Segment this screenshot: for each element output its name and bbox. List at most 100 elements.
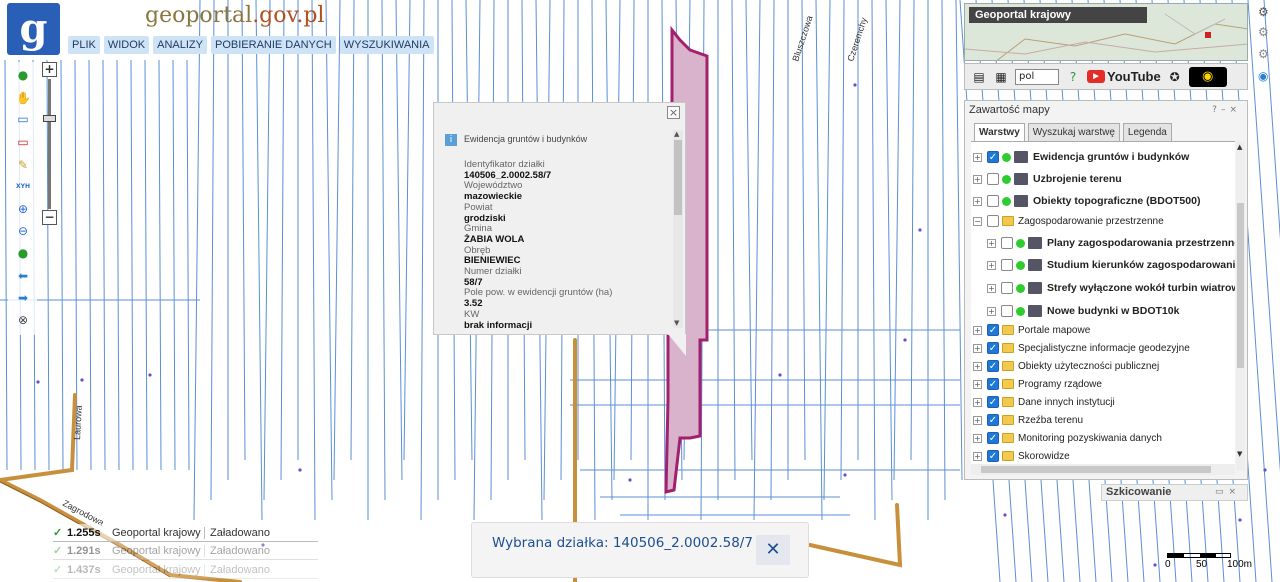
layer-row[interactable]: + Plany zagospodarowania przestrzennego [987, 234, 1235, 252]
scroll-up-icon[interactable]: ▲ [1237, 143, 1242, 151]
expand-icon[interactable]: + [973, 361, 982, 371]
scroll-thumb[interactable] [981, 466, 1211, 473]
layer-row[interactable]: + ✓ Ewidencja gruntów i budynków [973, 148, 1189, 166]
expand-icon[interactable]: + [987, 260, 996, 270]
layer-checkbox[interactable]: ✓ [987, 432, 999, 444]
help-icon[interactable]: ? [1065, 69, 1081, 85]
menu-wyszukiwania[interactable]: WYSZUKIWANIA [339, 36, 434, 54]
clear-selection-icon[interactable]: ▭ [16, 135, 30, 149]
layer-checkbox[interactable]: ✓ [987, 324, 999, 336]
expand-icon[interactable]: + [973, 379, 982, 389]
zoom-in-icon[interactable]: ⊕ [16, 202, 30, 216]
menu-plik[interactable]: PLIK [68, 36, 100, 54]
expand-icon[interactable]: + [973, 196, 982, 206]
layer-row[interactable]: + Nowe budynki w BDOT10k [987, 302, 1179, 320]
layer-row[interactable]: + ✓ Specjalistyczne informacje geodezyjne [973, 339, 1190, 357]
collapse-icon[interactable]: − [973, 216, 982, 226]
menu-pobieranie-danych[interactable]: POBIERANIE DANYCH [211, 36, 336, 54]
scroll-down-icon[interactable]: ▼ [674, 319, 679, 327]
previous-extent-icon[interactable]: ⬅ [16, 269, 30, 283]
expand-icon[interactable]: + [973, 152, 982, 162]
expand-icon[interactable]: + [973, 397, 982, 407]
menu-analizy[interactable]: ANALIZY [153, 36, 207, 54]
layer-checkbox[interactable] [987, 215, 999, 227]
expand-icon[interactable]: + [987, 306, 996, 316]
overview-map[interactable]: Geoportal krajowy [964, 3, 1248, 61]
expand-icon[interactable]: + [973, 433, 982, 443]
layer-tree-scrollbar[interactable]: ▲ ▼ [1236, 141, 1245, 471]
layer-row[interactable]: + Studium kierunków zagospodarowania [987, 256, 1235, 274]
layer-row[interactable]: + ✓ Rzeźba terenu [973, 411, 1083, 429]
globe-icon[interactable]: ● [16, 246, 30, 260]
close-icon[interactable]: ✕ [756, 535, 790, 565]
scroll-up-icon[interactable]: ▲ [674, 130, 679, 138]
wms-icon[interactable]: ▦ [993, 69, 1009, 85]
zoom-minus-button[interactable]: − [42, 210, 57, 225]
document-icon[interactable]: ▤ [971, 69, 987, 85]
layer-checkbox[interactable]: ✓ [987, 360, 999, 372]
expand-icon[interactable]: + [987, 283, 996, 293]
layer-row[interactable]: + ✓ Monitoring pozyskiwania danych [973, 429, 1162, 447]
expand-icon[interactable]: + [973, 343, 982, 353]
layer-checkbox[interactable]: ✓ [987, 342, 999, 354]
geoportal-logo[interactable]: g [7, 3, 60, 55]
scroll-thumb[interactable] [674, 140, 682, 215]
expand-icon[interactable]: + [973, 325, 982, 335]
scroll-thumb[interactable] [1237, 203, 1244, 368]
tab-wyszukaj-warstwe[interactable]: Wyszukaj warstwę [1027, 123, 1120, 142]
expand-icon[interactable]: + [973, 415, 982, 425]
panel-controls[interactable]: ?–× [1212, 105, 1241, 115]
eye-icon[interactable]: ◉ [1258, 69, 1268, 83]
language-select[interactable]: pol [1015, 68, 1059, 85]
layer-checkbox[interactable]: ✓ [987, 396, 999, 408]
panel-controls[interactable]: ▭× [1215, 487, 1241, 497]
layer-checkbox[interactable] [1001, 237, 1013, 249]
close-icon[interactable]: × [667, 106, 680, 119]
menu-widok[interactable]: WIDOK [103, 36, 150, 54]
expand-icon[interactable]: + [987, 238, 996, 248]
accessibility-icon[interactable]: ✪ [1167, 69, 1183, 85]
expand-icon[interactable]: + [973, 174, 982, 184]
zoom-knob[interactable] [43, 115, 56, 122]
layer-row[interactable]: − Zagospodarowanie przestrzenne [973, 212, 1164, 230]
zoom-track[interactable] [48, 79, 51, 209]
layer-checkbox[interactable] [1001, 305, 1013, 317]
layer-row[interactable]: + ✓ Portale mapowe [973, 321, 1090, 339]
settings-icon[interactable]: ⚙ [1258, 5, 1269, 19]
layer-checkbox[interactable] [1001, 282, 1013, 294]
layer-checkbox[interactable] [1001, 259, 1013, 271]
coordinates-xyh-icon[interactable]: XYH [16, 180, 30, 194]
layer-row[interactable]: + ✓ Programy rządowe [973, 375, 1102, 393]
layer-row[interactable]: + ✓ Obiekty użyteczności publicznej [973, 357, 1159, 375]
reset-view-icon[interactable]: ⊗ [16, 313, 30, 327]
zoom-slider[interactable]: + − [42, 62, 58, 226]
layer-tree-hscrollbar[interactable] [971, 464, 1235, 475]
sketch-panel[interactable]: Szkicowanie ▭× [1101, 484, 1248, 501]
youtube-link[interactable]: ▶ YouTube [1087, 69, 1161, 84]
popup-scrollbar[interactable]: ▲ ▼ [673, 130, 683, 328]
zoom-plus-button[interactable]: + [42, 62, 57, 77]
pan-hand-icon[interactable]: ✋ [16, 91, 31, 105]
next-extent-icon[interactable]: ➡ [16, 291, 30, 305]
layer-checkbox[interactable] [987, 195, 999, 207]
layer-checkbox[interactable] [987, 173, 999, 185]
tab-legenda[interactable]: Legenda [1122, 123, 1172, 142]
expand-icon[interactable]: + [973, 451, 982, 461]
pencil-icon[interactable]: ✎ [16, 158, 30, 172]
layer-checkbox[interactable]: ✓ [987, 151, 999, 163]
zoom-out-icon[interactable]: ⊖ [16, 224, 30, 238]
layer-row[interactable]: + ✓ Dane innych instytucji [973, 393, 1115, 411]
layer-checkbox[interactable]: ✓ [987, 450, 999, 462]
tab-warstwy[interactable]: Warstwy [974, 123, 1025, 142]
layer-checkbox[interactable]: ✓ [987, 414, 999, 426]
select-area-icon[interactable]: ▭ [16, 112, 30, 126]
layer-row[interactable]: + ✓ Skorowidze [973, 447, 1070, 465]
layer-row[interactable]: + Strefy wyłączone wokół turbin wiatrowyc… [987, 279, 1235, 297]
eye-icon[interactable]: ◉ [1188, 66, 1227, 87]
layer-row[interactable]: + Uzbrojenie terenu [973, 170, 1122, 188]
scroll-down-icon[interactable]: ▼ [1237, 450, 1242, 458]
layer-checkbox[interactable]: ✓ [987, 378, 999, 390]
gear-icon[interactable]: ⚙ [1258, 25, 1269, 39]
info-icon[interactable]: ● [16, 68, 30, 82]
gear-icon[interactable]: ⚙ [1258, 47, 1269, 61]
